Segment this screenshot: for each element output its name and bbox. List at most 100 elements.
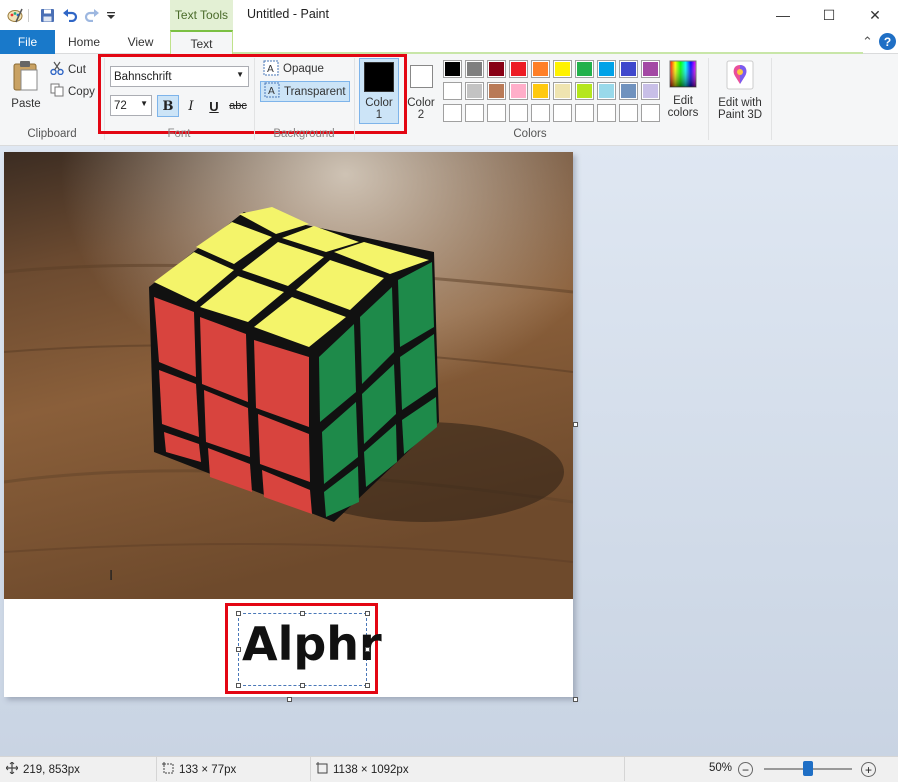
italic-button[interactable]: I <box>180 95 202 117</box>
color1-button[interactable]: Color 1 <box>359 58 399 124</box>
palette-swatch[interactable] <box>597 82 616 100</box>
tab-text[interactable]: Text <box>170 30 233 55</box>
palette-swatch[interactable] <box>487 82 506 100</box>
paint3d-label-1: Edit with <box>718 97 762 109</box>
palette-swatch[interactable] <box>487 60 506 78</box>
palette-swatch[interactable] <box>487 104 506 122</box>
resize-handle[interactable] <box>300 611 305 616</box>
color1-number: 1 <box>375 109 383 121</box>
palette-swatch[interactable] <box>575 82 594 100</box>
tab-home[interactable]: Home <box>57 30 111 54</box>
group-separator <box>708 58 709 140</box>
maximize-button[interactable]: ☐ <box>806 0 852 30</box>
palette-swatch[interactable] <box>465 104 484 122</box>
zoom-in-icon[interactable]: + <box>861 762 876 777</box>
cut-label: Cut <box>68 63 86 76</box>
palette-swatch[interactable] <box>509 104 528 122</box>
cut-button[interactable]: Cut <box>50 61 86 78</box>
collapse-ribbon-icon[interactable]: ⌃ <box>862 34 873 50</box>
palette-swatch[interactable] <box>575 60 594 78</box>
palette-swatch[interactable] <box>531 82 550 100</box>
paste-label: Paste <box>11 98 41 110</box>
rubiks-cube-photo <box>4 152 573 599</box>
paste-button[interactable]: Paste <box>8 60 44 112</box>
tab-file[interactable]: File <box>0 30 55 54</box>
edit-colors-button[interactable]: Edit colors <box>664 60 702 124</box>
zoom-slider-thumb[interactable] <box>803 761 813 776</box>
svg-text:A: A <box>267 64 274 75</box>
chevron-down-icon: ▼ <box>236 70 244 79</box>
image-size-icon <box>316 762 328 777</box>
resize-handle[interactable] <box>365 647 370 652</box>
help-icon[interactable]: ? <box>879 33 896 50</box>
minimize-button[interactable]: — <box>760 0 806 30</box>
palette-swatch[interactable] <box>619 82 638 100</box>
status-separator <box>156 757 157 781</box>
tab-view[interactable]: View <box>113 30 168 54</box>
palette-swatch[interactable] <box>443 82 462 100</box>
font-size-dropdown[interactable]: 72 ▼ <box>110 95 152 116</box>
text-tools-context-label: Text Tools <box>170 0 233 30</box>
paint3d-label-2: Paint 3D <box>717 109 763 121</box>
palette-swatch[interactable] <box>465 60 484 78</box>
palette-swatch[interactable] <box>575 104 594 122</box>
palette-swatch[interactable] <box>531 104 550 122</box>
palette-swatch[interactable] <box>641 104 660 122</box>
palette-swatch[interactable] <box>553 104 572 122</box>
resize-handle[interactable] <box>365 683 370 688</box>
palette-swatch[interactable] <box>597 104 616 122</box>
cursor-position-icon <box>5 761 19 777</box>
resize-handle[interactable] <box>300 683 305 688</box>
edit-with-paint3d-button[interactable]: Edit with Paint 3D <box>714 60 766 124</box>
chevron-down-icon: ▼ <box>140 99 148 108</box>
redo-icon[interactable] <box>83 6 101 24</box>
image-size: 1138 × 1092px <box>316 762 409 777</box>
canvas-resize-handle[interactable] <box>573 422 578 427</box>
palette-swatch[interactable] <box>597 60 616 78</box>
palette-swatch[interactable] <box>443 104 462 122</box>
resize-handle[interactable] <box>365 611 370 616</box>
palette-swatch[interactable] <box>553 60 572 78</box>
paint3d-icon <box>726 60 754 93</box>
paint-app-icon[interactable] <box>6 6 24 24</box>
save-icon[interactable] <box>38 6 56 24</box>
opaque-button[interactable]: A Opaque <box>260 60 327 78</box>
minimize-icon: — <box>776 7 790 23</box>
color2-button[interactable]: Color 2 <box>403 58 439 124</box>
font-family-dropdown[interactable]: Bahnschrift ▼ <box>110 66 249 87</box>
palette-swatch[interactable] <box>619 104 638 122</box>
palette-swatch[interactable] <box>553 82 572 100</box>
undo-icon[interactable] <box>61 6 79 24</box>
customize-qat-icon[interactable] <box>102 6 120 24</box>
color1-swatch <box>364 62 394 92</box>
palette-swatch[interactable] <box>443 60 462 78</box>
strikethrough-button[interactable]: abc <box>227 95 249 117</box>
paste-icon <box>12 60 40 95</box>
palette-swatch[interactable] <box>531 60 550 78</box>
font-group-label: Font <box>167 128 191 140</box>
resize-handle[interactable] <box>236 611 241 616</box>
canvas-resize-handle[interactable] <box>573 697 578 702</box>
palette-swatch[interactable] <box>641 60 660 78</box>
opaque-icon: A <box>263 60 279 79</box>
transparent-icon: A <box>264 82 280 101</box>
resize-handle[interactable] <box>236 683 241 688</box>
color2-label: Color <box>407 97 435 109</box>
palette-swatch[interactable] <box>465 82 484 100</box>
transparent-button[interactable]: A Transparent <box>260 81 350 102</box>
palette-swatch[interactable] <box>619 60 638 78</box>
palette-swatch[interactable] <box>509 82 528 100</box>
palette-swatch[interactable] <box>509 60 528 78</box>
color2-swatch <box>409 65 433 88</box>
bold-button[interactable]: B <box>157 95 179 117</box>
resize-handle[interactable] <box>236 647 241 652</box>
cursor-position-value: 219, 853px <box>23 763 80 776</box>
palette-swatch[interactable] <box>641 82 660 100</box>
font-family-value: Bahnschrift <box>114 70 172 83</box>
zoom-out-icon[interactable]: − <box>738 762 753 777</box>
qat-divider <box>28 9 29 22</box>
canvas-resize-handle[interactable] <box>287 697 292 702</box>
copy-button[interactable]: Copy <box>50 83 95 100</box>
underline-button[interactable]: U <box>203 95 225 117</box>
close-button[interactable]: ✕ <box>852 0 898 30</box>
